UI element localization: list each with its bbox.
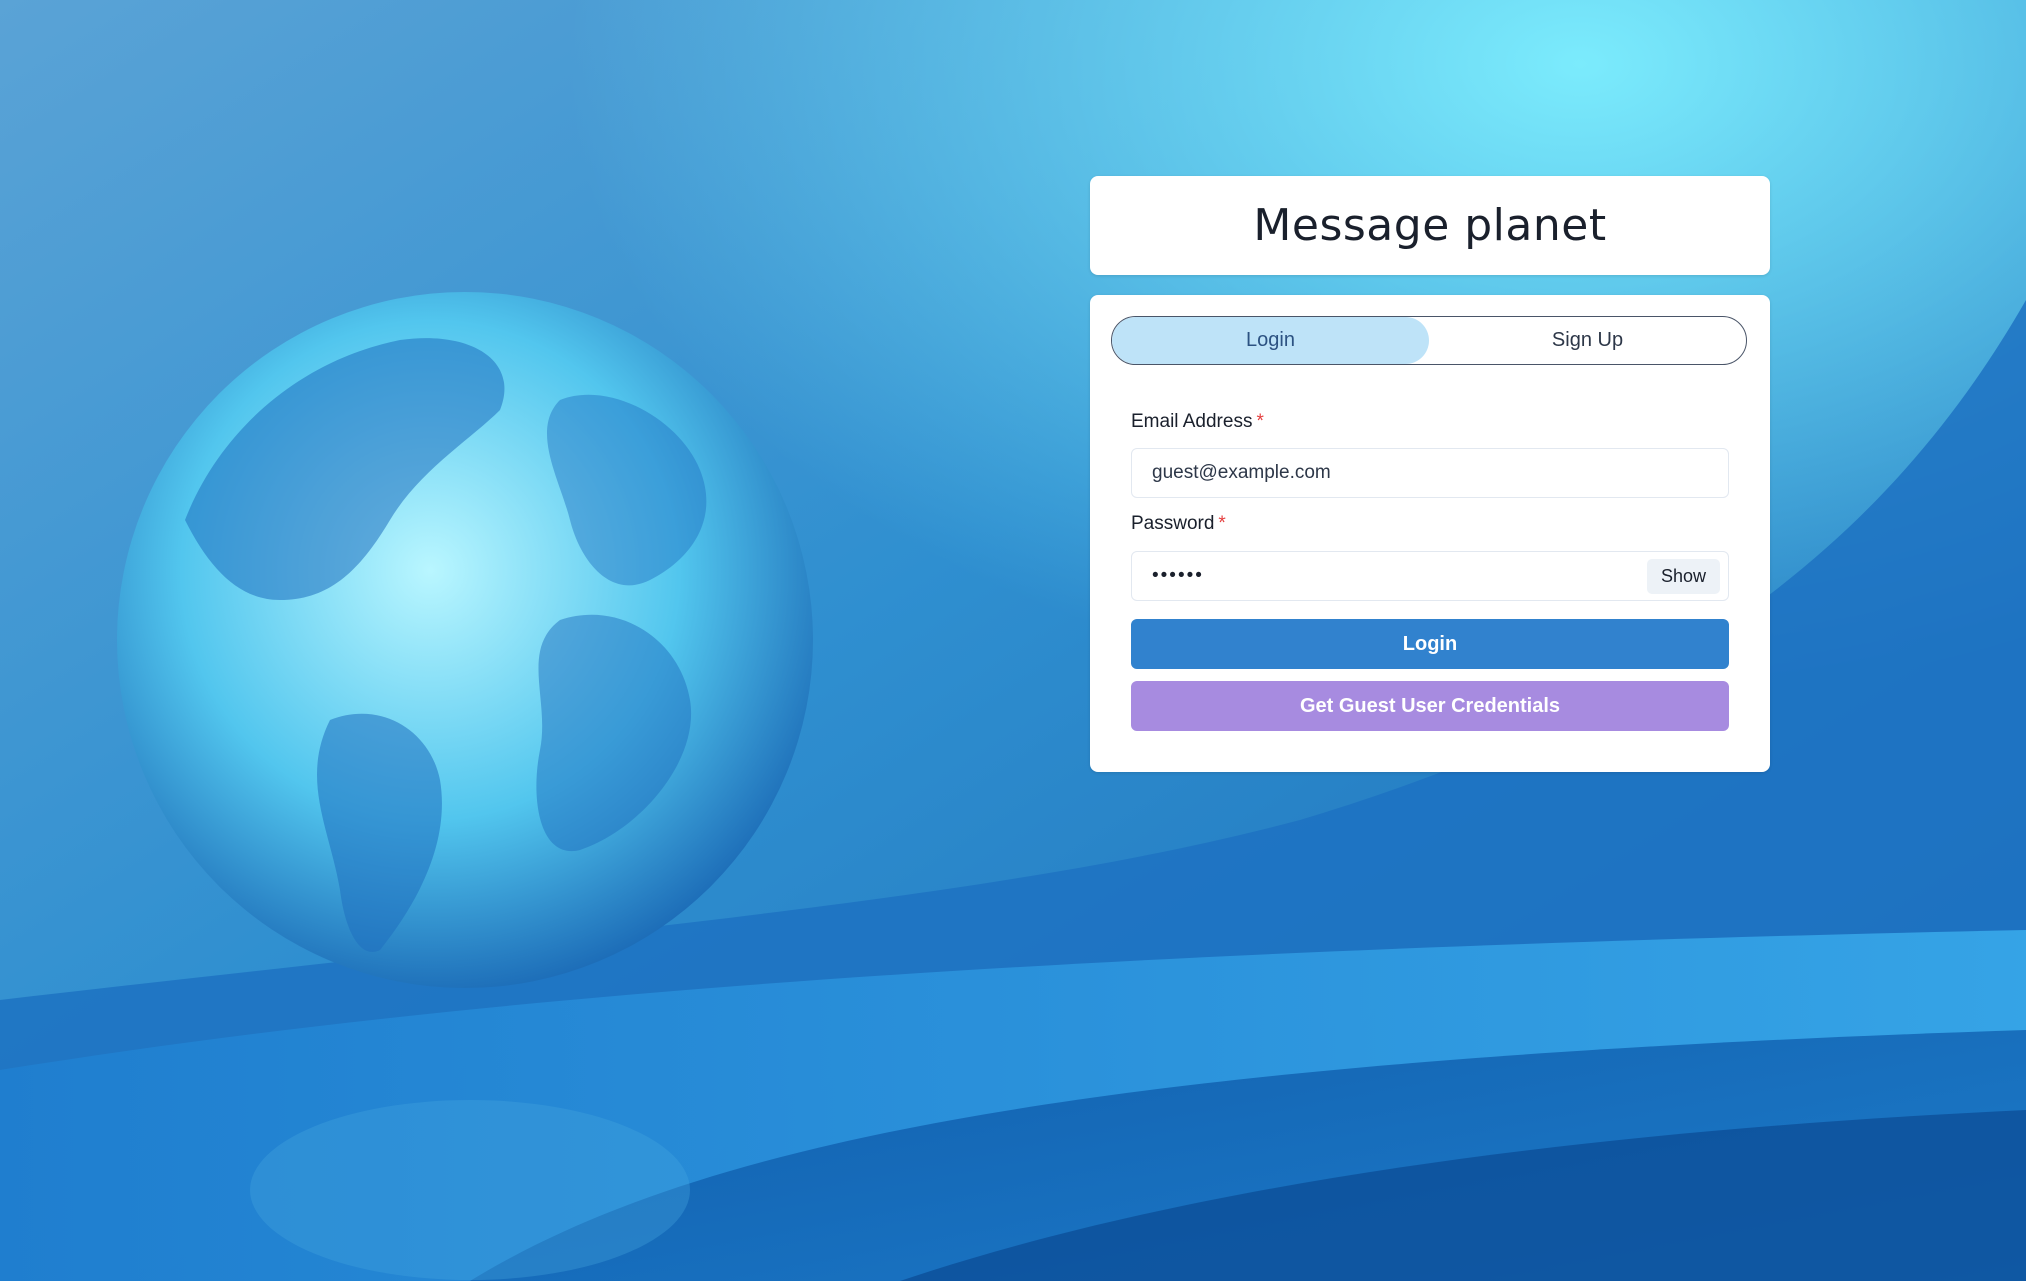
password-label-text: Password [1131,513,1215,534]
show-password-button[interactable]: Show [1646,558,1720,594]
required-marker: * [1256,411,1264,432]
login-button[interactable]: Login [1131,619,1729,669]
email-label: Email Address * [1131,411,1264,433]
password-field[interactable]: •••••• Show [1131,551,1729,601]
email-label-text: Email Address [1131,411,1253,432]
auth-tabs: Login Sign Up [1111,316,1747,365]
tab-login[interactable]: Login [1112,317,1429,364]
app-header-card: Message planet [1090,176,1770,275]
guest-credentials-button[interactable]: Get Guest User Credentials [1131,681,1729,731]
password-input[interactable]: •••••• [1152,565,1647,587]
login-page: Message planet Login Sign Up Email Addre… [0,0,2026,1281]
tab-sign-up[interactable]: Sign Up [1429,317,1746,364]
password-label: Password * [1131,513,1226,535]
app-title: Message planet [1253,200,1607,251]
email-input[interactable] [1131,448,1729,498]
auth-card: Login Sign Up Email Address* Password* •… [1090,295,1770,772]
required-marker: * [1218,513,1226,534]
